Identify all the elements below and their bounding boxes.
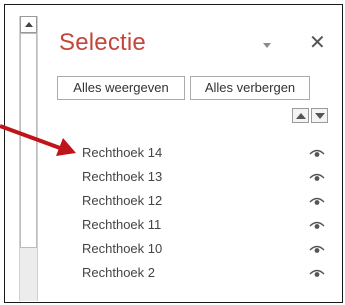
layer-label: Rechthoek 12 <box>82 193 163 208</box>
eye-icon[interactable] <box>309 172 325 182</box>
eye-icon[interactable] <box>309 268 325 278</box>
eye-icon[interactable] <box>309 196 325 206</box>
eye-icon[interactable] <box>309 244 325 254</box>
layer-label: Rechthoek 10 <box>82 241 163 256</box>
send-backward-icon[interactable] <box>311 108 328 123</box>
bring-forward-icon[interactable] <box>292 108 309 123</box>
layer-label: Rechthoek 2 <box>82 265 155 280</box>
list-item[interactable]: Rechthoek 13 <box>39 165 342 189</box>
layer-label: Rechthoek 13 <box>82 169 163 184</box>
close-icon[interactable]: ✕ <box>309 32 326 52</box>
layer-label: Rechthoek 14 <box>82 145 163 160</box>
eye-icon[interactable] <box>309 148 325 158</box>
dropdown-caret-icon[interactable] <box>263 43 271 48</box>
layer-list: Rechthoek 14 Rechthoek 13 Rechthoek 12 R… <box>39 141 342 285</box>
scroll-up-button[interactable] <box>20 16 37 33</box>
layer-label: Rechthoek 11 <box>82 217 162 232</box>
list-item[interactable]: Rechthoek 14 <box>39 141 342 165</box>
selection-pane: Selectie ✕ Alles weergeven Alles verberg… <box>39 5 342 301</box>
hide-all-button[interactable]: Alles verbergen <box>190 76 310 100</box>
eye-icon[interactable] <box>309 220 325 230</box>
list-item[interactable]: Rechthoek 11 <box>39 213 342 237</box>
pane-title: Selectie <box>59 29 146 56</box>
show-all-button[interactable]: Alles weergeven <box>57 76 185 100</box>
list-item[interactable]: Rechthoek 2 <box>39 261 342 285</box>
scroll-thumb[interactable] <box>20 33 37 248</box>
vertical-scrollbar[interactable] <box>19 16 38 301</box>
list-item[interactable]: Rechthoek 12 <box>39 189 342 213</box>
list-item[interactable]: Rechthoek 10 <box>39 237 342 261</box>
